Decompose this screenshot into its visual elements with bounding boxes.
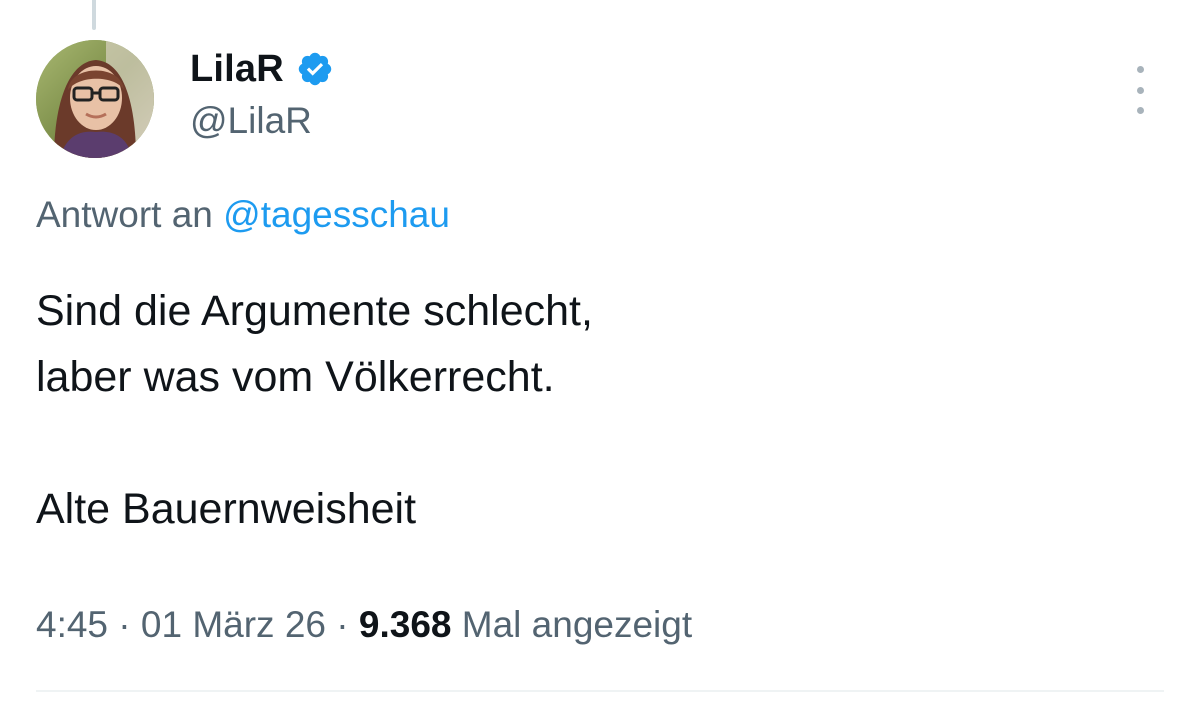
meta-separator: ·	[336, 604, 349, 645]
thread-connector-line	[92, 0, 96, 30]
reply-prefix: Antwort an	[36, 194, 213, 235]
tweet-line: Alte Bauernweisheit	[36, 485, 417, 533]
reply-mention-link[interactable]: @tagesschau	[223, 194, 450, 235]
more-dot	[1136, 86, 1144, 94]
tweet-line: laber was vom Völkerrecht.	[36, 353, 555, 401]
author-name-row[interactable]: LilaR	[190, 44, 334, 94]
more-dot	[1136, 107, 1144, 114]
tweet-text: Sind die Argumente schlecht, laber was v…	[36, 278, 1136, 542]
display-name[interactable]: LilaR	[190, 48, 284, 91]
verified-badge-icon[interactable]	[296, 50, 334, 88]
meta-separator: ·	[118, 604, 131, 645]
tweet-line: Sind die Argumente schlecht,	[36, 287, 593, 335]
reply-context: Antwort an @tagesschau	[36, 194, 450, 236]
views-count: 9.368	[358, 604, 452, 645]
divider	[36, 690, 1164, 692]
more-vertical-icon[interactable]	[1126, 66, 1154, 114]
tweet-date[interactable]: 01 März 26	[141, 604, 326, 645]
avatar-image	[36, 40, 154, 158]
avatar[interactable]	[36, 40, 154, 158]
tweet-meta: 4:45 · 01 März 26 · 9.368 Mal angezeigt	[36, 604, 692, 646]
more-dot	[1136, 66, 1144, 73]
author-handle[interactable]: @LilaR	[190, 100, 312, 142]
views-label: Mal angezeigt	[461, 604, 693, 645]
tweet-time[interactable]: 4:45	[36, 604, 108, 645]
